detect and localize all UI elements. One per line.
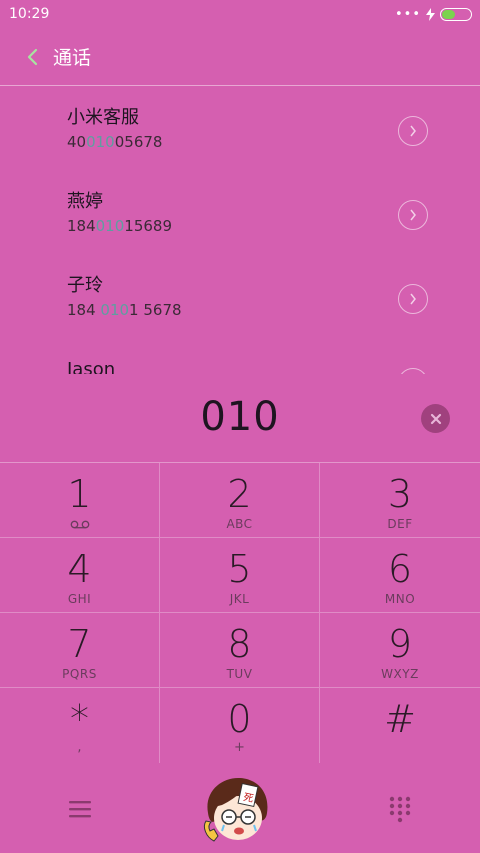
- clear-button[interactable]: [421, 404, 450, 433]
- chevron-right-icon: [410, 125, 416, 137]
- key-8[interactable]: 8 TUV: [160, 613, 320, 688]
- chevron-right-icon: [410, 293, 416, 305]
- contact-detail-button[interactable]: [398, 284, 428, 314]
- notification-dots-icon: •••: [394, 6, 421, 22]
- key-9[interactable]: 9 WXYZ: [320, 613, 480, 688]
- voicemail-icon: [70, 520, 89, 529]
- contact-suggestions: 小米客服 4001005678 燕婷 18401015689 子玲 184 01…: [0, 87, 480, 374]
- key-7[interactable]: 7 PQRS: [0, 613, 160, 688]
- key-4[interactable]: 4 GHI: [0, 538, 160, 613]
- number-match: 010: [86, 133, 115, 151]
- number-match: 010: [100, 301, 130, 319]
- contact-row[interactable]: 小米客服 4001005678: [0, 87, 480, 171]
- menu-icon: [69, 801, 91, 818]
- page-title: 通话: [53, 47, 92, 69]
- key-star[interactable]: * ,: [0, 688, 160, 763]
- contact-detail-button[interactable]: [398, 116, 428, 146]
- status-icons: •••: [394, 6, 472, 22]
- menu-button[interactable]: [64, 793, 96, 825]
- back-button[interactable]: [12, 37, 52, 77]
- close-icon: [430, 413, 441, 424]
- key-5[interactable]: 5 JKL: [160, 538, 320, 613]
- key-1[interactable]: 1: [0, 463, 160, 538]
- key-hash[interactable]: #: [320, 688, 480, 763]
- dial-keypad: 1 2 ABC 3 DEF 4 GHI 5 JKL 6 MNO 7 PQRS 8…: [0, 463, 480, 763]
- dialpad-icon: [389, 796, 411, 823]
- chevron-right-icon: [410, 209, 416, 221]
- battery-level: [442, 9, 455, 19]
- status-bar: 10:29 •••: [0, 0, 480, 28]
- call-button[interactable]: 死: [200, 773, 274, 847]
- key-3[interactable]: 3 DEF: [320, 463, 480, 538]
- contact-row[interactable]: 燕婷 18401015689: [0, 171, 480, 255]
- battery-icon: [440, 7, 472, 21]
- number-match: 010: [95, 217, 125, 235]
- call-avatar-icon: 死: [203, 777, 268, 842]
- contact-row[interactable]: Jason: [0, 339, 480, 374]
- app-header: 通话: [0, 28, 480, 86]
- contact-detail-button[interactable]: [398, 200, 428, 230]
- key-6[interactable]: 6 MNO: [320, 538, 480, 613]
- contact-row[interactable]: 子玲 184 0101 5678: [0, 255, 480, 339]
- dialed-number[interactable]: 010: [0, 394, 480, 440]
- key-2[interactable]: 2 ABC: [160, 463, 320, 538]
- dial-input-area: 010: [0, 374, 480, 463]
- dialpad-toggle-button[interactable]: [384, 793, 416, 827]
- status-time: 10:29: [9, 6, 50, 22]
- charging-icon: [426, 7, 435, 21]
- key-0[interactable]: 0 +: [160, 688, 320, 763]
- bottom-action-bar: 死: [0, 763, 480, 853]
- chevron-left-icon: [27, 48, 38, 65]
